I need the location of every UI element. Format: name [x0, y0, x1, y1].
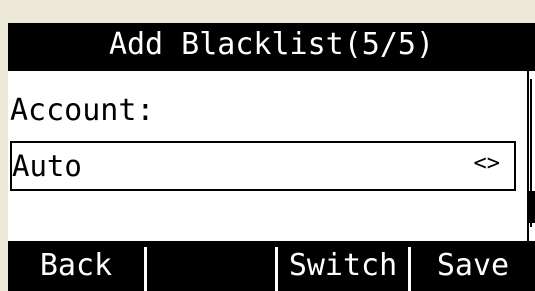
- back-button[interactable]: Back: [8, 241, 144, 291]
- save-button[interactable]: Save: [411, 241, 535, 291]
- page-title: Add Blacklist(5/5): [8, 23, 535, 67]
- form-area: Account: Auto <>: [8, 71, 527, 241]
- empty-softkey[interactable]: [147, 241, 275, 291]
- left-right-arrows-icon[interactable]: <>: [474, 148, 501, 180]
- switch-button[interactable]: Switch: [278, 241, 408, 291]
- scrollbar[interactable]: [529, 71, 535, 241]
- phone-screen: Add Blacklist(5/5) Account: Auto <> Back…: [8, 23, 535, 291]
- account-field[interactable]: Auto <>: [10, 141, 516, 191]
- account-label: Account:: [10, 93, 155, 128]
- softkey-bar: Back Switch Save: [8, 241, 535, 291]
- scrollbar-thumb[interactable]: [529, 191, 535, 223]
- account-value: Auto: [12, 149, 82, 183]
